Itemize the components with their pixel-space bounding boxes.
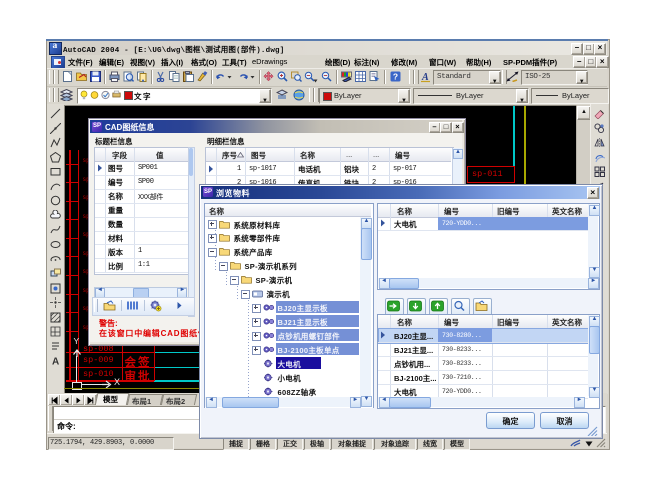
svg-text:A: A [52,357,59,367]
svg-text:?: ? [393,72,398,82]
